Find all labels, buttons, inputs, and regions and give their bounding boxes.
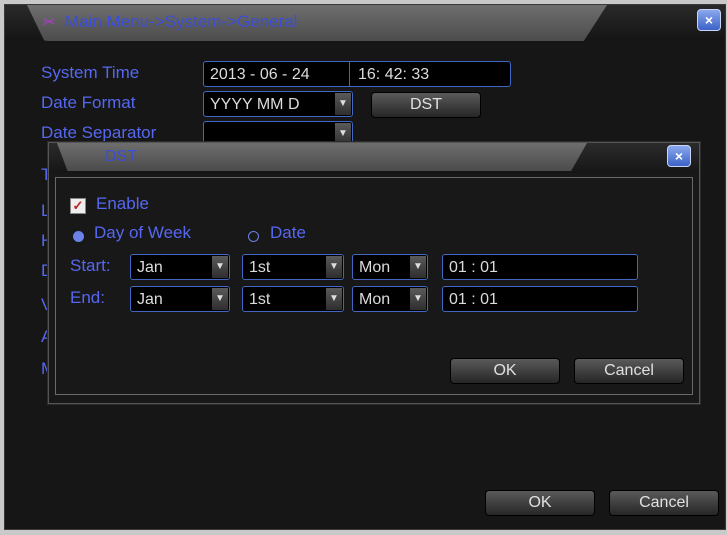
dialog-content-frame: ✓ Enable Day of Week Date Start: Jan ▼ 1… (55, 177, 693, 395)
start-week-value: 1st (249, 259, 271, 276)
date-radio[interactable] (248, 231, 259, 242)
dropdown-arrow-icon[interactable]: ▼ (212, 256, 228, 278)
day-of-week-radio[interactable] (73, 231, 84, 242)
title-bar: ✂ Main Menu->System->General × (5, 5, 725, 41)
dropdown-arrow-icon[interactable]: ▼ (410, 256, 426, 278)
breadcrumb: Main Menu->System->General (65, 12, 298, 31)
system-clock-value[interactable]: 16: 42: 33 (358, 62, 429, 86)
start-time-field[interactable]: 01 : 01 (442, 254, 638, 280)
start-month-value: Jan (137, 259, 163, 276)
tools-icon: ✂ (43, 14, 56, 31)
start-day-select[interactable]: Mon ▼ (352, 254, 428, 280)
dst-button[interactable]: DST (371, 92, 481, 118)
system-time-field[interactable]: 2013 - 06 - 24 16: 42: 33 (203, 61, 511, 87)
field-divider (349, 62, 350, 86)
system-time-label: System Time (41, 63, 140, 82)
enable-label: Enable (96, 194, 149, 213)
dialog-ok-button[interactable]: OK (450, 358, 560, 384)
end-day-value: Mon (359, 291, 391, 308)
date-separator-label: Date Separator (41, 123, 157, 142)
enable-checkbox[interactable]: ✓ (70, 198, 86, 214)
date-format-label: Date Format (41, 93, 136, 112)
dropdown-arrow-icon[interactable]: ▼ (212, 288, 228, 310)
dst-dialog: DST × ✓ Enable Day of Week Date Start: J… (48, 142, 700, 404)
ok-button[interactable]: OK (485, 490, 595, 516)
end-week-value: 1st (249, 291, 271, 308)
date-format-select[interactable]: YYYY MM D ▼ (203, 91, 353, 117)
end-day-select[interactable]: Mon ▼ (352, 286, 428, 312)
start-month-select[interactable]: Jan ▼ (130, 254, 230, 280)
start-label: Start: (70, 256, 111, 275)
system-date-value[interactable]: 2013 - 06 - 24 (210, 66, 310, 83)
end-time-field[interactable]: 01 : 01 (442, 286, 638, 312)
dialog-title: DST (105, 148, 137, 165)
dropdown-arrow-icon[interactable]: ▼ (335, 93, 351, 115)
end-month-select[interactable]: Jan ▼ (130, 286, 230, 312)
end-month-value: Jan (137, 291, 163, 308)
date-label: Date (270, 223, 306, 242)
dropdown-arrow-icon[interactable]: ▼ (326, 256, 342, 278)
end-label: End: (70, 288, 105, 307)
dialog-cancel-button[interactable]: Cancel (574, 358, 684, 384)
close-button[interactable]: × (697, 9, 721, 31)
dropdown-arrow-icon[interactable]: ▼ (410, 288, 426, 310)
dialog-title-bar: DST × (49, 143, 699, 173)
day-of-week-label: Day of Week (94, 223, 192, 242)
start-day-value: Mon (359, 259, 391, 276)
dialog-close-button[interactable]: × (667, 145, 691, 167)
cancel-button[interactable]: Cancel (609, 490, 719, 516)
start-week-select[interactable]: 1st ▼ (242, 254, 344, 280)
end-week-select[interactable]: 1st ▼ (242, 286, 344, 312)
dropdown-arrow-icon[interactable]: ▼ (326, 288, 342, 310)
date-format-value: YYYY MM D (210, 96, 300, 113)
